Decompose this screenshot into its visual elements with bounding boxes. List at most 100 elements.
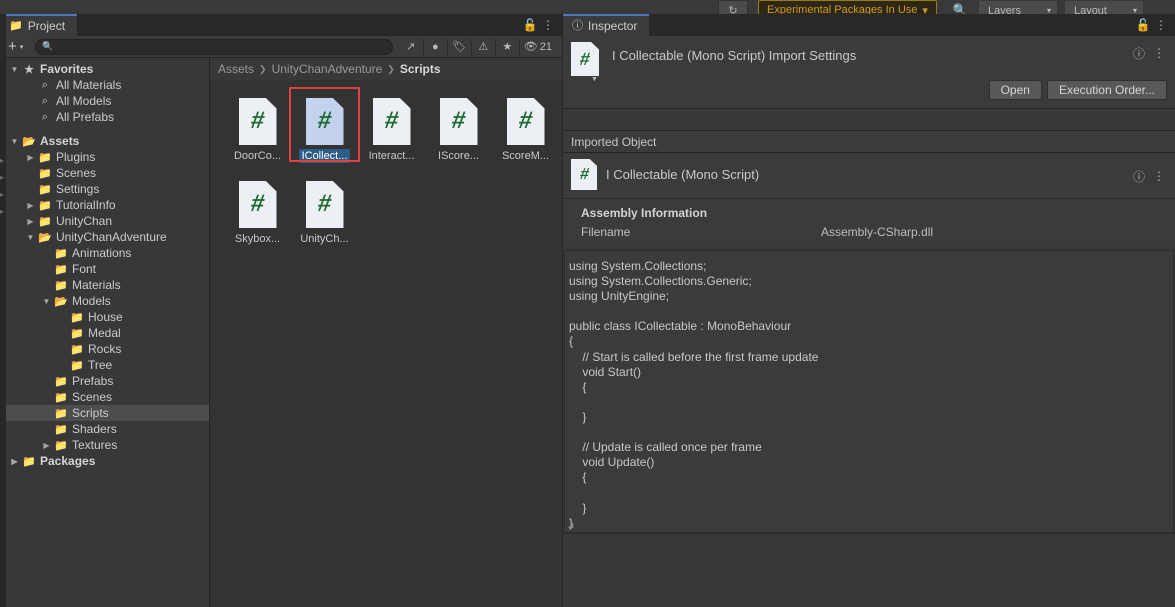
layout-dropdown[interactable]: Layout ▾ — [1065, 1, 1143, 14]
open-button[interactable]: Open — [989, 80, 1042, 100]
tree-item-favorites[interactable]: ▼★Favorites — [0, 61, 209, 77]
tree-item-plugins[interactable]: ▶📁Plugins — [0, 149, 209, 165]
tree-item-models[interactable]: ▼📂Models — [0, 293, 209, 309]
tree-item-font[interactable]: 📁Font — [0, 261, 209, 277]
csharp-script-icon[interactable]: # — [306, 181, 344, 228]
kebab-menu-icon[interactable]: ⋮ — [1151, 45, 1167, 61]
tree-item-tutorialinfo[interactable]: ▶📁TutorialInfo — [0, 197, 209, 213]
inspector-tabbar: ⓘ Inspector 🔓 ⋮ — [563, 14, 1175, 36]
folder-icon: 📁 — [53, 375, 69, 388]
layers-dropdown[interactable]: Layers ▾ — [979, 1, 1057, 14]
favorite-filter-icon[interactable]: ★ — [495, 38, 519, 56]
search-icon[interactable]: 🔍 — [949, 0, 971, 14]
chevron-right-icon[interactable]: ▶ — [40, 441, 53, 450]
tree-item-assets[interactable]: ▼📂Assets — [0, 133, 209, 149]
tab-inspector[interactable]: ⓘ Inspector — [563, 14, 649, 36]
tree-item-tree[interactable]: 📁Tree — [0, 357, 209, 373]
chevron-right-icon[interactable]: ▶ — [8, 457, 21, 466]
search-field[interactable]: 🔍 — [35, 39, 393, 55]
lock-icon[interactable]: 🔓 — [522, 17, 538, 33]
lock-icon[interactable]: 🔓 — [1135, 17, 1151, 33]
kebab-menu-icon[interactable]: ⋮ — [540, 17, 556, 33]
expand-window-icon[interactable]: ↗ — [399, 38, 423, 56]
asset-item[interactable]: # Interact... — [358, 92, 425, 163]
tree-item-all-prefabs[interactable]: ⌕All Prefabs — [0, 109, 209, 125]
csharp-script-icon[interactable]: # — [373, 98, 411, 145]
help-icon[interactable]: ⓘ — [1131, 168, 1147, 184]
breadcrumb-item-scripts[interactable]: Scripts — [400, 62, 441, 76]
label-filter-icon[interactable]: 🏷 — [447, 38, 471, 56]
tree-item-scripts[interactable]: 📁Scripts — [0, 405, 209, 421]
object-filter-icon[interactable]: ● — [423, 38, 447, 56]
search-icon: ⌕ — [37, 95, 53, 108]
visible-count[interactable]: 👁 21 — [519, 38, 558, 56]
tree-item-scenes[interactable]: 📁Scenes — [0, 165, 209, 181]
chevron-down-icon[interactable]: ▼ — [8, 65, 21, 74]
tree-item-unitychanadventure[interactable]: ▼📂UnityChanAdventure — [0, 229, 209, 245]
csharp-script-icon[interactable]: # — [239, 181, 277, 228]
warning-filter-icon[interactable]: ⚠ — [471, 38, 495, 56]
tree-item-label: All Materials — [56, 78, 121, 92]
tree-item-all-materials[interactable]: ⌕All Materials — [0, 77, 209, 93]
folder-icon: 📁 — [53, 263, 69, 276]
tree-item-label: TutorialInfo — [56, 198, 116, 212]
tree-item-settings[interactable]: 📁Settings — [0, 181, 209, 197]
execution-order-button[interactable]: Execution Order... — [1047, 80, 1167, 100]
csharp-script-icon[interactable]: # — [440, 98, 478, 145]
tree-item-all-models[interactable]: ⌕All Models — [0, 93, 209, 109]
asset-item[interactable]: #ICollect... — [291, 92, 358, 163]
asset-item[interactable]: #UnityCh... — [291, 175, 358, 246]
tree-item-packages[interactable]: ▶📁Packages — [0, 453, 209, 469]
csharp-script-icon[interactable]: # — [239, 98, 277, 145]
tab-project[interactable]: 📁 Project — [0, 14, 77, 36]
collapsed-arrow-icon: ▸ — [0, 154, 6, 166]
chevron-down-icon[interactable]: ▼ — [8, 137, 21, 146]
csharp-script-icon[interactable]: # — [306, 98, 344, 145]
tree-item-materials[interactable]: 📁Materials — [0, 277, 209, 293]
breadcrumb-item-assets[interactable]: Assets — [218, 62, 254, 76]
tree-item-animations[interactable]: 📁Animations — [0, 245, 209, 261]
tree-item-scenes[interactable]: 📁Scenes — [0, 389, 209, 405]
create-asset-button[interactable]: + ▾ — [4, 38, 29, 56]
project-panel: 📁 Project 🔓 ⋮ + ▾ 🔍 ↗ ● 🏷 ⚠ ★ — [0, 14, 562, 607]
tab-inspector-label: Inspector — [588, 19, 637, 33]
asset-item[interactable]: #ScoreM... — [492, 92, 559, 163]
tree-item-unitychan[interactable]: ▶📁UnityChan — [0, 213, 209, 229]
layers-label: Layers — [988, 5, 1021, 15]
folder-icon: 📁 — [69, 343, 85, 356]
hash-glyph: # — [383, 109, 400, 133]
kebab-menu-icon[interactable]: ⋮ — [1151, 168, 1167, 184]
asset-item[interactable]: #Skybox... — [224, 175, 291, 246]
tree-item-shaders[interactable]: 📁Shaders — [0, 421, 209, 437]
tree-item-rocks[interactable]: 📁Rocks — [0, 341, 209, 357]
tree-item-prefabs[interactable]: 📁Prefabs — [0, 373, 209, 389]
kebab-menu-icon[interactable]: ⋮ — [1153, 17, 1169, 33]
chevron-right-icon[interactable]: ▶ — [24, 217, 37, 226]
help-icon[interactable]: ⓘ — [1131, 45, 1147, 61]
chevron-right-icon[interactable]: ▶ — [24, 153, 37, 162]
tree-item-textures[interactable]: ▶📁Textures — [0, 437, 209, 453]
resize-grip-icon[interactable]: ◢ — [568, 522, 575, 529]
tree-item-label: Tree — [88, 358, 112, 372]
chevron-down-icon[interactable]: ▼ — [591, 76, 598, 83]
chevron-down-icon[interactable]: ▼ — [24, 233, 37, 242]
chevron-down-icon[interactable]: ▼ — [40, 297, 53, 306]
tree-item-label: Packages — [40, 454, 95, 468]
tree-item-medal[interactable]: 📁Medal — [0, 325, 209, 341]
experimental-packages-button[interactable]: Experimental Packages In Use ▾ — [758, 0, 937, 14]
tree-item-house[interactable]: 📁House — [0, 309, 209, 325]
asset-item[interactable]: #DoorCo... — [224, 92, 291, 163]
tree-item-label: Textures — [72, 438, 117, 452]
csharp-script-icon[interactable]: # — [507, 98, 545, 145]
project-tabbar-actions: 🔓 ⋮ — [522, 14, 562, 36]
asset-item[interactable]: #IScore... — [425, 92, 492, 163]
tree-item-label: Materials — [72, 278, 121, 292]
chevron-right-icon[interactable]: ▶ — [24, 201, 37, 210]
asset-tree[interactable]: ▼★Favorites⌕All Materials⌕All Models⌕All… — [0, 58, 210, 607]
asset-grid[interactable]: #DoorCo...#ICollect...#Interact...#IScor… — [210, 80, 562, 607]
search-input[interactable] — [59, 41, 386, 53]
breadcrumb-item-unitychanadventure[interactable]: UnityChanAdventure — [272, 62, 383, 76]
asset-item-label: Interact... — [366, 149, 418, 163]
folder-icon: 📁 — [37, 215, 53, 228]
refresh-icon[interactable]: ↻ — [718, 0, 748, 14]
